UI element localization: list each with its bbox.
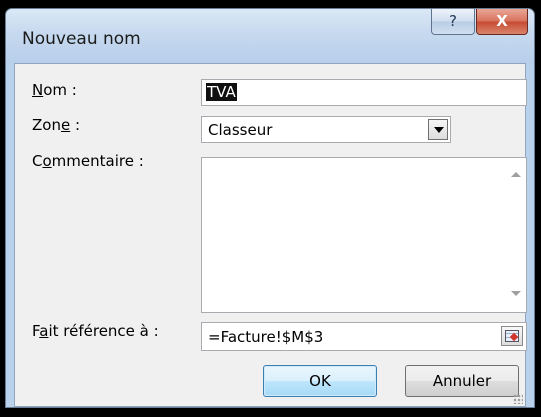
name-value: TVA [206, 83, 237, 101]
comment-label: Commentaire : [32, 152, 144, 170]
comment-label-prefix: C [32, 152, 43, 170]
scroll-down-icon[interactable] [511, 291, 521, 296]
name-label: Nom : [32, 81, 77, 99]
scope-label-accesskey: e [60, 116, 71, 134]
refers-to-label: Fait référence à : [32, 322, 159, 340]
refers-to-value: =Facture!$M$3 [208, 328, 324, 346]
name-input[interactable]: TVA [201, 79, 527, 106]
scope-label-prefix: Zon [32, 116, 61, 134]
cancel-button[interactable]: Annuler [405, 365, 519, 397]
chevron-down-icon[interactable] [428, 119, 448, 140]
refers-to-input[interactable]: =Facture!$M$3 [201, 322, 527, 351]
comment-scrollbar[interactable] [506, 158, 526, 312]
new-name-dialog: Nouveau nom ? X Nom : TVA Zone : Classeu… [5, 8, 535, 408]
refers-to-label-rest: it référence à : [48, 322, 159, 340]
close-icon: X [496, 12, 508, 30]
close-button[interactable]: X [476, 9, 528, 35]
resize-grip-icon[interactable] [513, 394, 523, 404]
collapse-dialog-button[interactable] [501, 326, 523, 346]
name-label-rest: om : [43, 81, 77, 99]
name-label-accesskey: N [32, 81, 44, 99]
scope-select[interactable]: Classeur [201, 116, 451, 143]
dialog-title: Nouveau nom [22, 29, 141, 49]
scope-value: Classeur [208, 121, 273, 139]
comment-label-accesskey: o [42, 152, 52, 170]
title-bar[interactable]: Nouveau nom ? X [6, 9, 534, 63]
ok-button[interactable]: OK [263, 365, 377, 397]
comment-textarea[interactable] [201, 157, 527, 313]
help-button[interactable]: ? [431, 9, 475, 35]
scope-label: Zone : [32, 116, 80, 134]
scope-label-rest: : [70, 116, 81, 134]
help-icon: ? [449, 12, 457, 30]
dialog-body: Nom : TVA Zone : Classeur Commentaire : … [14, 63, 527, 407]
scroll-up-icon[interactable] [511, 172, 521, 177]
comment-label-rest: mmentaire : [51, 152, 144, 170]
